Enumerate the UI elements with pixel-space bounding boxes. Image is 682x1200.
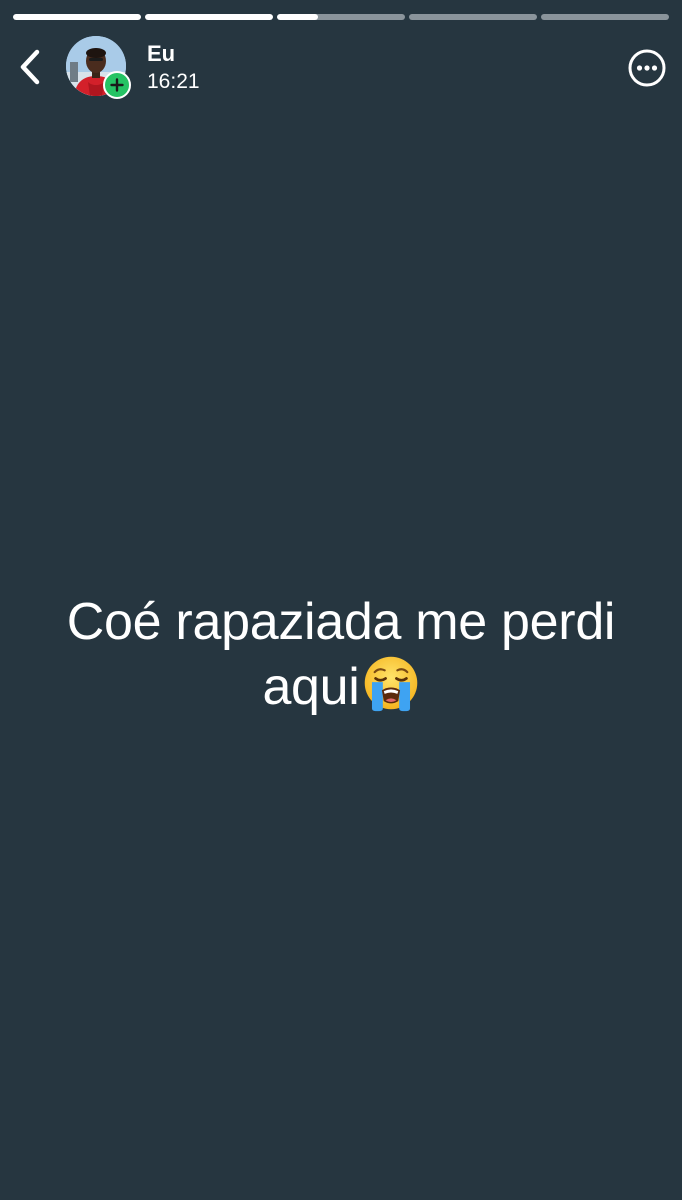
chevron-left-icon (20, 49, 40, 85)
crying-face-icon (364, 656, 417, 712)
progress-segment (277, 14, 405, 20)
status-viewer: Eu 16:21 Coé rapaziada me perdi aqui (0, 0, 682, 1200)
status-timestamp: 16:21 (147, 70, 200, 93)
progress-segment (145, 14, 273, 20)
progress-segment (541, 14, 669, 20)
contact-name: Eu (147, 41, 176, 66)
contact-info[interactable]: Eu 16:21 (147, 41, 200, 95)
status-header: Eu 16:21 (0, 36, 682, 99)
add-status-badge[interactable] (103, 71, 131, 99)
plus-icon (110, 78, 124, 92)
status-message-text: Coé rapaziada me perdi aqui (66, 593, 616, 716)
back-button[interactable] (10, 44, 50, 90)
more-options-button[interactable] (626, 47, 668, 89)
more-horizontal-icon (628, 49, 666, 87)
contact-avatar-button[interactable] (66, 36, 132, 99)
status-message: Coé rapaziada me perdi aqui (40, 590, 642, 719)
status-progress-bar (13, 14, 669, 20)
progress-segment (13, 14, 141, 20)
progress-segment (409, 14, 537, 20)
